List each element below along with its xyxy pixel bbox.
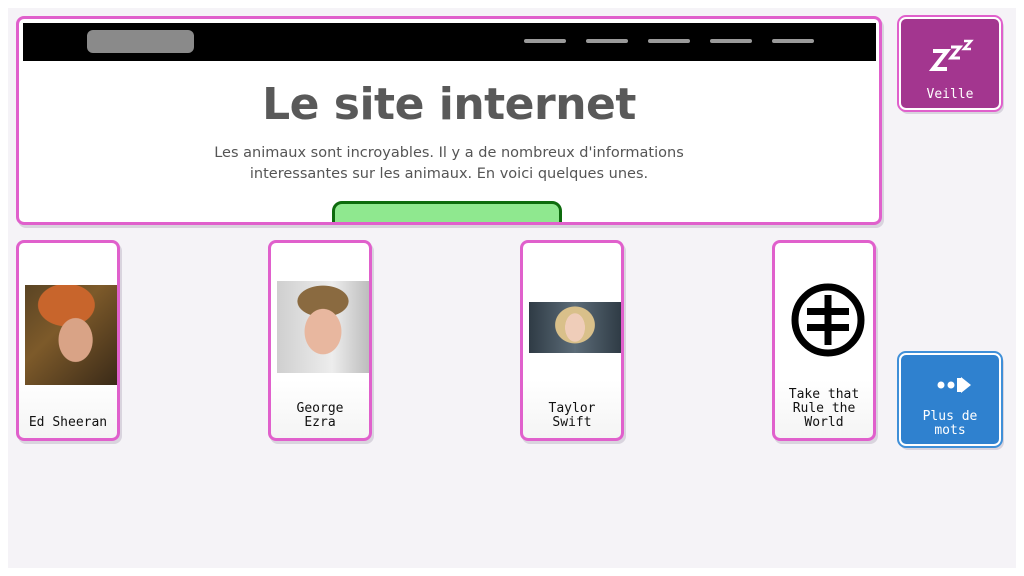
tile-label: Taylor Swift xyxy=(548,401,596,430)
sleep-button-label: Veille xyxy=(926,87,974,102)
website-preview-card[interactable]: Le site internet Les animaux sont incroy… xyxy=(16,16,882,225)
tile-label: Take that Rule the World xyxy=(788,387,860,430)
nav-link-5[interactable] xyxy=(772,39,814,43)
tile-george-ezra[interactable]: George Ezra xyxy=(268,240,372,441)
nav-link-4[interactable] xyxy=(710,39,752,43)
ed-sheeran-photo xyxy=(25,285,117,385)
nav-link-3[interactable] xyxy=(648,39,690,43)
george-ezra-photo xyxy=(277,281,369,373)
tile-ed-sheeran[interactable]: Ed Sheeran xyxy=(16,240,120,441)
website-navbar xyxy=(23,23,876,61)
tile-label: Ed Sheeran xyxy=(28,415,108,430)
take-that-logo-icon xyxy=(791,283,865,357)
tile-take-that-rule-the-world[interactable]: Take that Rule the World xyxy=(772,240,876,441)
nav-link-1[interactable] xyxy=(524,39,566,43)
taylor-swift-photo xyxy=(529,302,621,353)
more-words-button[interactable]: Plus de mots xyxy=(897,351,1003,448)
website-title: Le site internet xyxy=(262,79,636,130)
website-logo-placeholder[interactable] xyxy=(87,30,194,53)
more-words-button-label: Plus de mots xyxy=(922,409,978,438)
website-nav-links xyxy=(524,39,814,43)
website-cta-button[interactable] xyxy=(332,201,562,222)
tile-taylor-swift[interactable]: Taylor Swift xyxy=(520,240,624,441)
zzz-sleep-icon xyxy=(928,39,974,71)
nav-link-2[interactable] xyxy=(586,39,628,43)
website-description: Les animaux sont incroyables. Il y a de … xyxy=(214,145,684,182)
dots-arrow-right-icon xyxy=(937,377,971,393)
sleep-button[interactable]: Veille xyxy=(897,15,1003,112)
tile-label: George Ezra xyxy=(296,401,344,430)
